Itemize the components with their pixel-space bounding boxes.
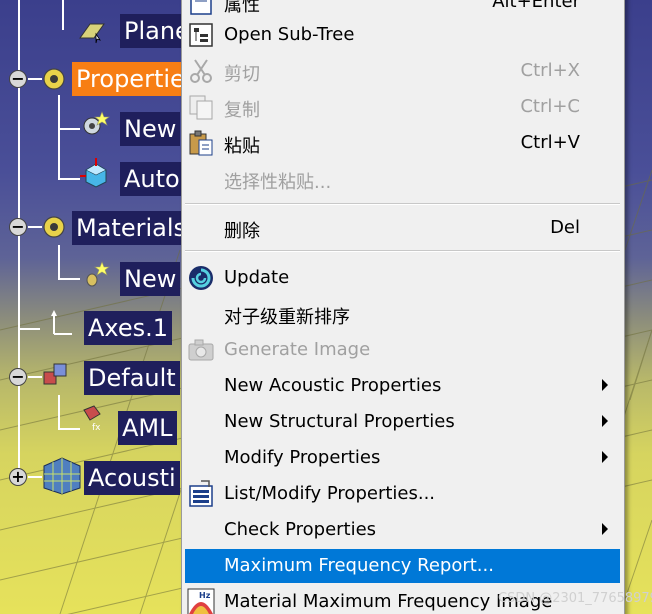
menu-label: 选择性粘贴... xyxy=(224,172,332,193)
tree-connector xyxy=(58,395,60,430)
hz-icon: Hz xyxy=(187,588,215,614)
menu-shortcut: Ctrl+V xyxy=(520,132,580,153)
menu-item-new-acoustic-properties[interactable]: New Acoustic Properties xyxy=(185,369,620,403)
plane-icon xyxy=(79,23,105,44)
list-icon xyxy=(189,480,213,507)
properties-icon xyxy=(190,0,212,15)
watermark: CSDN @2301_77658979 xyxy=(498,591,652,606)
menu-label: Open Sub-Tree xyxy=(224,24,355,45)
menu-label: Maximum Frequency Report... xyxy=(224,555,494,576)
collapse-icon[interactable]: − xyxy=(9,218,27,236)
tree-connector xyxy=(58,178,80,180)
menu-item-reorder-children[interactable]: 对子级重新排序 xyxy=(185,297,620,331)
menu-label: 对子级重新排序 xyxy=(224,307,350,328)
submenu-arrow-icon xyxy=(602,379,608,391)
tree-label-axes: Axes.1 xyxy=(84,311,173,345)
materials-set-icon xyxy=(43,216,65,238)
menu-shortcut: Ctrl+X xyxy=(520,60,580,81)
menu-label: Generate Image xyxy=(224,339,371,360)
tree-node-aml[interactable]: AML xyxy=(118,411,177,445)
tree-node-default[interactable]: Default xyxy=(84,361,180,395)
update-icon xyxy=(189,266,213,290)
menu-item-maximum-frequency-report[interactable]: Maximum Frequency Report... xyxy=(185,549,620,583)
tree-label-auto: Auto xyxy=(120,162,184,196)
menu-item-open-sub-tree[interactable]: Open Sub-Tree xyxy=(185,18,620,52)
menu-item-generate-image[interactable]: Generate Image xyxy=(185,333,620,367)
tree-node-new-2[interactable]: New xyxy=(120,262,181,296)
tree-node-new-1[interactable]: New xyxy=(120,112,181,146)
menu-label: Update xyxy=(224,267,290,288)
tree-node-acoustic[interactable]: Acousti xyxy=(84,461,180,495)
collapse-icon[interactable]: − xyxy=(9,70,27,88)
tree-label-materials: Materials xyxy=(72,211,191,245)
tree-connector xyxy=(18,328,40,330)
menu-label: 复制 xyxy=(224,100,260,121)
tree-node-properties[interactable]: Propertie xyxy=(72,62,189,96)
paste-icon xyxy=(189,130,213,156)
menu-item-cut[interactable]: 剪切 Ctrl+X xyxy=(185,54,620,88)
analysis-set-icon xyxy=(43,363,67,385)
menu-label: 属性 xyxy=(224,0,260,16)
auto-property-icon xyxy=(80,158,107,188)
properties-set-icon xyxy=(43,68,65,90)
menu-item-new-structural-properties[interactable]: New Structural Properties xyxy=(185,405,620,439)
axis-system-icon xyxy=(51,310,72,335)
menu-label: 删除 xyxy=(224,221,260,242)
submenu-arrow-icon xyxy=(602,415,608,427)
collapse-icon[interactable]: − xyxy=(9,368,27,386)
tree-connector xyxy=(58,278,80,280)
menu-shortcut: Alt+Enter xyxy=(492,0,580,12)
menu-item-list-modify-properties[interactable]: List/Modify Properties... xyxy=(185,477,620,511)
scissors-icon xyxy=(190,59,212,83)
tree-label-properties: Propertie xyxy=(72,62,189,96)
tree-node-plane[interactable]: Plane xyxy=(72,14,194,48)
tree-icon xyxy=(189,23,213,47)
menu-item-modify-properties[interactable]: Modify Properties xyxy=(185,441,620,475)
new-property-icon xyxy=(83,111,110,135)
menu-shortcut: Del xyxy=(550,217,580,238)
tree-label-new-2: New xyxy=(120,262,181,296)
menu-shortcut: Ctrl+C xyxy=(520,96,580,117)
new-material-icon xyxy=(86,261,110,287)
menu-item-delete[interactable]: 删除 Del xyxy=(185,211,620,245)
context-menu: 属性 Alt+Enter Open Sub-Tree 剪切 Ctrl+X 复制 … xyxy=(181,0,625,614)
menu-label: 粘贴 xyxy=(224,136,260,157)
menu-label: New Acoustic Properties xyxy=(224,375,442,396)
menu-label: New Structural Properties xyxy=(224,411,455,432)
menu-item-check-properties[interactable]: Check Properties xyxy=(185,513,620,547)
aml-icon: fx xyxy=(83,405,101,432)
menu-item-paste-special[interactable]: 选择性粘贴... xyxy=(185,162,620,196)
menu-label: List/Modify Properties... xyxy=(224,483,436,504)
tree-node-axes[interactable]: Axes.1 xyxy=(84,311,173,345)
tree-connector xyxy=(62,0,64,30)
submenu-arrow-icon xyxy=(602,451,608,463)
submenu-arrow-icon xyxy=(602,523,608,535)
menu-item-copy[interactable]: 复制 Ctrl+C xyxy=(185,90,620,124)
menu-label: Check Properties xyxy=(224,519,377,540)
tree-label-new-1: New xyxy=(120,112,181,146)
menu-item-properties[interactable]: 属性 Alt+Enter xyxy=(185,0,620,19)
svg-text:Hz: Hz xyxy=(199,591,211,600)
camera-icon xyxy=(188,339,214,361)
menu-label: Modify Properties xyxy=(224,447,381,468)
menu-item-update[interactable]: Update xyxy=(185,261,620,295)
tree-label-aml: AML xyxy=(118,411,177,445)
expand-icon[interactable]: + xyxy=(9,468,27,486)
copy-icon xyxy=(189,95,213,120)
svg-text:fx: fx xyxy=(92,423,101,432)
tree-node-auto[interactable]: Auto xyxy=(120,162,184,196)
menu-item-paste[interactable]: 粘贴 Ctrl+V xyxy=(185,126,620,160)
tree-connector xyxy=(58,245,60,280)
tree-node-materials[interactable]: Materials xyxy=(72,211,191,245)
tree-connector xyxy=(58,95,60,180)
menu-separator xyxy=(185,203,620,205)
menu-separator xyxy=(185,250,620,252)
menu-label: 剪切 xyxy=(224,64,260,85)
tree-connector xyxy=(58,128,80,130)
acoustic-mesh-icon xyxy=(43,457,81,495)
tree-label-acoustic: Acousti xyxy=(84,461,180,495)
tree-label-default: Default xyxy=(84,361,180,395)
